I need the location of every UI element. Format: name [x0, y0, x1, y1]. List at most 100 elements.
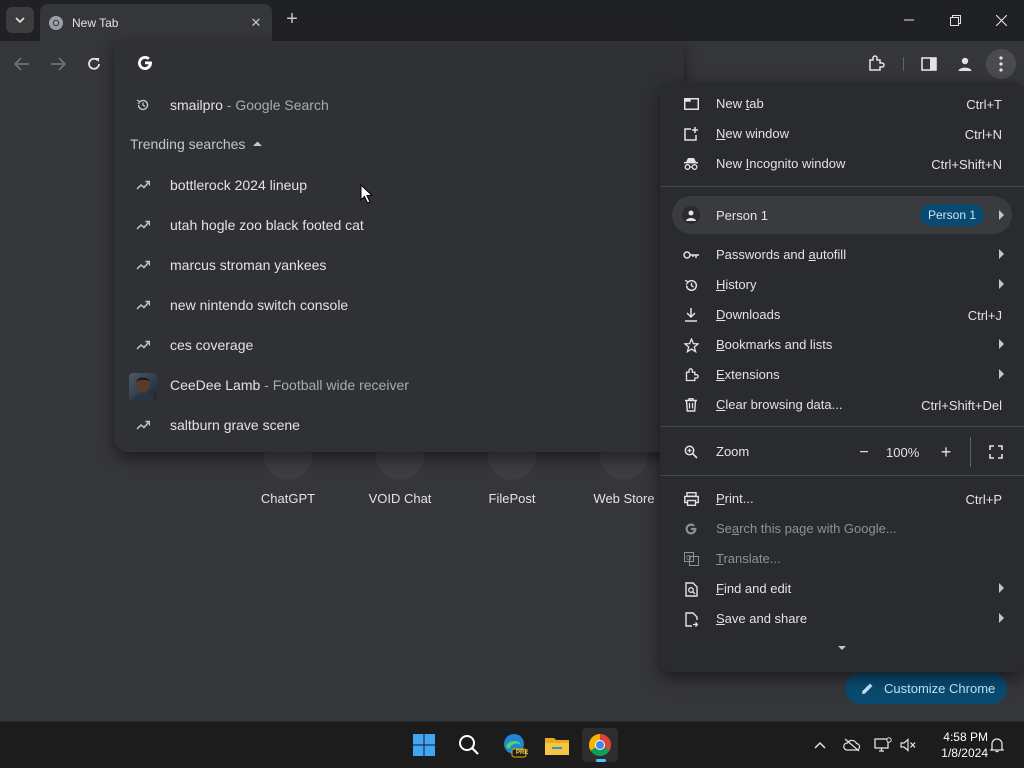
new-tab-button[interactable]: +: [282, 9, 302, 29]
person-badge: Person 1: [920, 204, 985, 226]
menu-item-new-tab[interactable]: New tab Ctrl+T: [660, 89, 1024, 119]
customize-chrome-button[interactable]: Customize Chrome: [845, 673, 1007, 704]
menu-item-label: New Incognito window: [716, 156, 846, 171]
search-icon: [459, 735, 479, 755]
trending-suggestion[interactable]: new nintendo switch console: [114, 285, 684, 325]
fullscreen-icon: [989, 445, 1003, 459]
menu-item-bookmarks[interactable]: Bookmarks and lists: [660, 330, 1024, 360]
side-panel-icon: [921, 57, 937, 71]
menu-item-label: Bookmarks and lists: [716, 337, 833, 352]
shortcut-label: Web Store: [593, 491, 655, 506]
menu-item-history[interactable]: History: [660, 270, 1024, 300]
zoom-in-button[interactable]: +: [934, 441, 958, 465]
menu-item-new-incognito-window[interactable]: New Incognito window Ctrl+Shift+N: [660, 149, 1024, 179]
new-window-icon: [682, 126, 700, 142]
edge-beta-badge: PRE: [516, 750, 529, 756]
notification-bell-icon[interactable]: [988, 736, 1006, 754]
menu-item-downloads[interactable]: Downloads Ctrl+J: [660, 300, 1024, 330]
active-app-indicator: [596, 759, 606, 762]
close-window-button[interactable]: [979, 6, 1023, 34]
folder-icon: [545, 738, 569, 755]
trending-suggestion[interactable]: saltburn grave scene: [114, 405, 684, 445]
arrow-right-icon: [51, 57, 66, 71]
volume-muted-icon[interactable]: [899, 736, 917, 754]
close-icon: [995, 14, 1007, 26]
save-share-icon: [682, 611, 700, 627]
person-icon: [958, 57, 972, 71]
trending-suggestion[interactable]: marcus stroman yankees: [114, 245, 684, 285]
trending-header[interactable]: Trending searches: [130, 136, 263, 152]
menu-item-shortcut: Ctrl+Shift+N: [931, 157, 1002, 172]
menu-item-shortcut: Ctrl+P: [965, 492, 1002, 507]
search-button[interactable]: [451, 728, 487, 762]
fullscreen-button[interactable]: [988, 444, 1004, 460]
extensions-button[interactable]: [861, 49, 891, 79]
close-icon[interactable]: ✕: [248, 15, 264, 31]
restore-button[interactable]: [933, 6, 977, 34]
printer-icon: [682, 491, 700, 507]
clock-time: 4:58 PM: [943, 730, 988, 744]
suggestion-subtitle: - Football wide receiver: [260, 377, 409, 393]
key-icon: [682, 247, 700, 263]
title-bar: New Tab ✕ +: [0, 0, 1024, 41]
toolbar-divider: [903, 57, 904, 71]
zoom-level: 100%: [886, 445, 920, 460]
clock[interactable]: 4:58 PM 1/8/2024: [926, 729, 988, 761]
chrome-menu-button[interactable]: [986, 49, 1016, 79]
menu-item-search-this-page[interactable]: Search this page with Google...: [660, 514, 1024, 544]
google-g-icon: [138, 55, 152, 70]
back-button[interactable]: [9, 51, 35, 77]
menu-item-save-and-share[interactable]: Save and share: [660, 604, 1024, 634]
chrome-app[interactable]: [582, 728, 618, 762]
suggestion-query: CeeDee Lamb: [170, 377, 261, 393]
entity-suggestion[interactable]: CeeDee Lamb - Football wide receiver: [114, 365, 684, 405]
chevron-right-icon: [999, 583, 1004, 593]
profile-button[interactable]: [950, 49, 980, 79]
trending-suggestion[interactable]: ces coverage: [114, 325, 684, 365]
menu-divider: [660, 186, 1024, 187]
chrome-menu: New tab Ctrl+T New window Ctrl+N New Inc…: [660, 82, 1024, 672]
chevron-down-icon: [15, 16, 25, 23]
menu-item-label: Search this page with Google...: [716, 521, 897, 536]
menu-item-person[interactable]: Person 1 Person 1: [672, 196, 1012, 234]
menu-divider: [660, 426, 1024, 427]
menu-item-extensions[interactable]: Extensions: [660, 360, 1024, 390]
chevron-right-icon: [999, 279, 1004, 289]
menu-item-print[interactable]: Print... Ctrl+P: [660, 484, 1024, 514]
menu-divider: [660, 475, 1024, 476]
edge-beta-app[interactable]: PRE: [496, 728, 532, 762]
windows-logo-icon: [413, 734, 435, 756]
restore-icon: [949, 14, 961, 26]
puzzle-icon: [869, 55, 885, 71]
start-button[interactable]: [406, 728, 442, 762]
forward-button[interactable]: [45, 51, 71, 77]
menu-item-clear-browsing-data[interactable]: Clear browsing data... Ctrl+Shift+Del: [660, 390, 1024, 420]
menu-item-passwords[interactable]: Passwords and autofill: [660, 240, 1024, 270]
trending-suggestion[interactable]: utah hogle zoo black footed cat: [114, 205, 684, 245]
reload-button[interactable]: [81, 51, 107, 77]
mouse-cursor-icon: [360, 184, 374, 204]
svg-text:G: G: [686, 555, 691, 562]
arrow-left-icon: [14, 57, 29, 71]
scroll-down-icon[interactable]: [838, 646, 846, 650]
tab-new-tab[interactable]: New Tab ✕: [40, 4, 272, 41]
menu-item-find-and-edit[interactable]: Find and edit: [660, 574, 1024, 604]
trending-suggestion[interactable]: bottlerock 2024 lineup: [114, 165, 684, 205]
trending-icon: [134, 217, 152, 233]
suggestion-text: CeeDee Lamb - Football wide receiver: [170, 377, 409, 393]
network-icon[interactable]: [874, 736, 892, 754]
chevron-up-icon[interactable]: [811, 736, 829, 754]
menu-item-new-window[interactable]: New window Ctrl+N: [660, 119, 1024, 149]
side-panel-button[interactable]: [914, 49, 944, 79]
menu-item-translate[interactable]: G Translate...: [660, 544, 1024, 574]
trending-header-label: Trending searches: [130, 136, 246, 152]
file-explorer-app[interactable]: [539, 728, 575, 762]
google-g-icon: [682, 521, 700, 537]
menu-item-shortcut: Ctrl+N: [964, 127, 1002, 142]
omnibox-input[interactable]: [114, 41, 684, 85]
minimize-button[interactable]: [887, 6, 931, 34]
history-suggestion[interactable]: smailpro - Google Search: [114, 85, 684, 125]
onedrive-icon[interactable]: [843, 736, 861, 754]
zoom-out-button[interactable]: −: [852, 442, 876, 466]
tab-search-button[interactable]: [6, 7, 34, 33]
